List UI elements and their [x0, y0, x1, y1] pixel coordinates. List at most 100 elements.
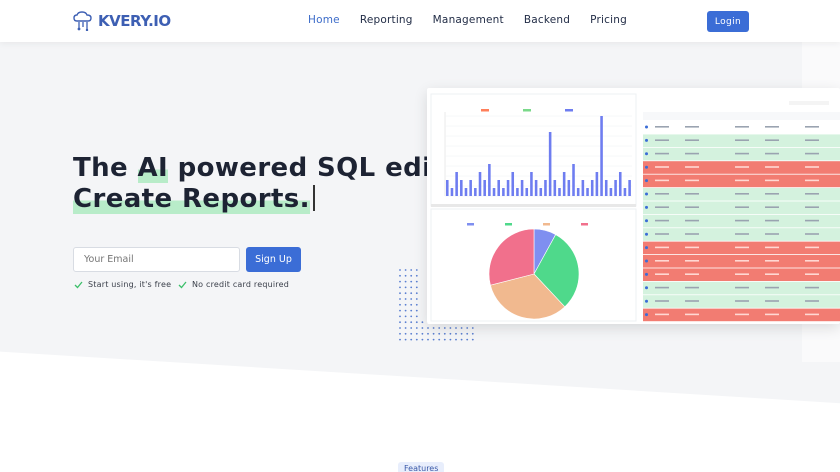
bar-legend-swatch [481, 109, 489, 112]
dot [432, 332, 435, 335]
cell-text [655, 313, 669, 316]
cell-text [735, 246, 749, 249]
login-button[interactable]: Login [707, 11, 749, 32]
bar [576, 188, 580, 196]
cell-text [765, 286, 779, 289]
dot [415, 274, 418, 277]
bar [488, 164, 491, 196]
bar [502, 188, 505, 196]
sign-up-button[interactable]: Sign Up [246, 247, 301, 272]
perk-free: Start using, it's free [74, 280, 171, 289]
dot [410, 298, 413, 300]
bar [525, 188, 529, 196]
cell-text [655, 126, 669, 128]
cell-text [655, 260, 669, 262]
bar [492, 188, 496, 196]
dot [399, 321, 401, 324]
cell-text [735, 166, 749, 168]
dot [449, 332, 452, 335]
bar [530, 172, 533, 196]
dot [443, 338, 446, 341]
cell-text [735, 139, 749, 141]
row-radio [645, 165, 648, 169]
bar [581, 180, 585, 196]
nav-reporting[interactable]: Reporting [360, 14, 413, 26]
hero-title: The AI powered SQL editor. Create Report… [73, 153, 482, 215]
email-input[interactable] [73, 247, 240, 272]
dot [399, 292, 401, 295]
nav-backend[interactable]: Backend [524, 14, 570, 26]
cell-text [655, 286, 669, 289]
dot [415, 332, 418, 335]
cell-text [765, 300, 779, 302]
logo[interactable]: KVERY.IO [72, 11, 171, 31]
nav-links: Home Reporting Management Backend Pricin… [308, 14, 647, 26]
bar [450, 188, 454, 196]
nav-home[interactable]: Home [308, 14, 340, 26]
cell-text [655, 219, 669, 222]
cell-text [735, 126, 749, 128]
row-radio [645, 313, 648, 317]
cell-text [655, 179, 669, 182]
dot [415, 315, 418, 318]
cell-text [655, 233, 669, 235]
dot [410, 338, 413, 341]
dot [404, 274, 407, 277]
cell-text [735, 179, 749, 182]
dot [415, 280, 418, 283]
cell-text [685, 313, 699, 316]
cell-text [765, 126, 779, 128]
cell-text [735, 286, 749, 289]
check-icon [74, 281, 83, 288]
dot [410, 321, 413, 324]
cell-text [805, 313, 819, 316]
dot [415, 269, 418, 271]
pie-legend-swatch [505, 223, 512, 226]
cell-text [805, 139, 819, 141]
bar [548, 132, 552, 196]
cell-text [655, 246, 669, 249]
cell-text [805, 126, 819, 128]
typing-caret [312, 185, 315, 211]
dot [415, 327, 418, 329]
cell-text [735, 206, 749, 208]
dot [399, 315, 401, 318]
dot [404, 332, 407, 335]
bar [460, 180, 463, 196]
table-header [643, 112, 840, 120]
dot [410, 327, 413, 329]
dot [399, 309, 401, 312]
perk-free-text: Start using, it's free [88, 280, 172, 289]
bar [539, 188, 543, 196]
cell-text [805, 246, 819, 249]
cell-text [765, 193, 779, 195]
bar [628, 180, 631, 196]
cell-text [685, 166, 699, 168]
dot [421, 332, 424, 335]
cell-text [765, 166, 779, 168]
nav-pricing[interactable]: Pricing [590, 14, 627, 26]
product-screenshot [427, 88, 840, 324]
bar [478, 172, 482, 196]
dot [404, 286, 407, 289]
dot [410, 309, 413, 312]
cell-text [765, 273, 779, 275]
cell-text [735, 300, 749, 302]
row-radio [645, 286, 648, 290]
cell-text [805, 152, 819, 155]
bar [446, 180, 449, 196]
cell-text [805, 300, 819, 302]
dot [404, 303, 407, 306]
dot [427, 338, 429, 341]
row-radio [645, 219, 648, 223]
row-radio [645, 205, 648, 209]
cell-text [735, 273, 749, 275]
preview-canvas [430, 93, 840, 322]
dot [449, 338, 452, 341]
dot [399, 286, 401, 289]
cell-text [735, 313, 749, 316]
nav-management[interactable]: Management [433, 14, 504, 26]
bar [609, 188, 613, 196]
cell-text [735, 260, 749, 262]
dot [449, 327, 452, 329]
